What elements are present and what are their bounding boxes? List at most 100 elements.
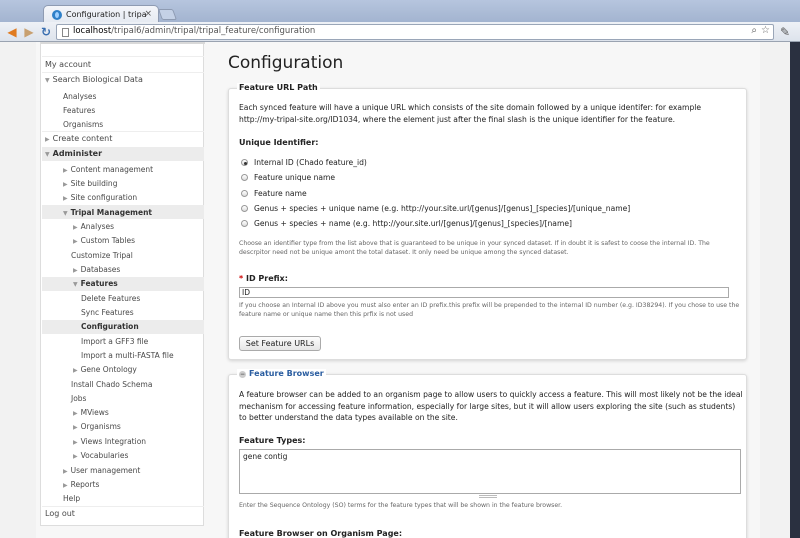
collapsed-arrow-icon: ▶ bbox=[73, 410, 78, 417]
radio-feature-name[interactable]: Feature name bbox=[241, 189, 307, 198]
radio-button[interactable] bbox=[241, 190, 248, 197]
sidebar-item-organisms[interactable]: Organisms bbox=[63, 120, 103, 129]
sidebar-item-help[interactable]: Help bbox=[63, 494, 80, 503]
forward-arrow-icon[interactable]: ▶ bbox=[22, 25, 36, 39]
sidebar-item-install-chado-schema[interactable]: Install Chado Schema bbox=[71, 380, 152, 389]
set-feature-urls-button[interactable]: Set Feature URLs bbox=[239, 336, 321, 351]
unique-identifier-label: Unique Identifier: bbox=[239, 138, 319, 147]
radio-button[interactable] bbox=[241, 174, 248, 181]
feature-url-path-fieldset: Feature URL Path Each synced feature wil… bbox=[228, 83, 747, 360]
tab-close-icon[interactable]: × bbox=[144, 9, 152, 19]
feature-browser-organism-page-label: Feature Browser on Organism Page: bbox=[239, 529, 403, 538]
collapsed-arrow-icon: ▶ bbox=[73, 367, 78, 374]
expanded-arrow-icon: ▼ bbox=[63, 210, 68, 217]
sidebar-item-user-management[interactable]: ▶ User management bbox=[63, 466, 140, 475]
url-text: localhost/tripal6/admin/tripal/tripal_fe… bbox=[73, 26, 315, 36]
collapsed-arrow-icon: ▶ bbox=[63, 181, 68, 188]
fieldset-description: A feature browser can be added to an org… bbox=[239, 390, 743, 422]
sidebar-item-import-gff3[interactable]: Import a GFF3 file bbox=[81, 337, 148, 346]
sidebar-item-jobs[interactable]: Jobs bbox=[71, 394, 86, 403]
page-icon bbox=[62, 28, 69, 37]
reload-icon[interactable]: ↻ bbox=[39, 25, 53, 39]
collapsed-arrow-icon: ▶ bbox=[63, 468, 68, 475]
collapsed-arrow-icon: ▶ bbox=[73, 439, 78, 446]
sidebar-item-log-out[interactable]: Log out bbox=[45, 509, 75, 518]
expanded-arrow-icon: ▼ bbox=[45, 151, 50, 158]
radio-feature-unique-name[interactable]: Feature unique name bbox=[241, 173, 335, 182]
bookmark-star-icon[interactable]: ☆ bbox=[761, 25, 770, 36]
sidebar-item-features[interactable]: Features bbox=[63, 106, 95, 115]
sidebar-item-custom-tables[interactable]: ▶ Custom Tables bbox=[73, 236, 135, 245]
options-help-text: Choose an identifier type from the list … bbox=[239, 240, 710, 256]
new-tab-button[interactable] bbox=[157, 9, 178, 20]
drupal-favicon-icon bbox=[52, 10, 62, 20]
sidebar-item-administer[interactable]: ▼ Administer bbox=[45, 149, 102, 158]
collapsed-arrow-icon: ▶ bbox=[73, 453, 78, 460]
collapsed-arrow-icon: ▶ bbox=[45, 136, 50, 143]
fieldset-legend: Feature URL Path bbox=[237, 83, 320, 92]
radio-button[interactable] bbox=[241, 220, 248, 227]
sidebar-item-search-biological-data[interactable]: ▼ Search Biological Data bbox=[45, 75, 143, 84]
sidebar-item-configuration[interactable]: Configuration bbox=[81, 322, 139, 331]
sidebar-item-vocabularies[interactable]: ▶ Vocabularies bbox=[73, 451, 128, 460]
fieldset-legend[interactable]: − Feature Browser bbox=[237, 369, 326, 378]
collapsed-arrow-icon: ▶ bbox=[63, 195, 68, 202]
tab-title: Configuration | tripal v bbox=[66, 10, 146, 19]
address-bar[interactable]: localhost/tripal6/admin/tripal/tripal_fe… bbox=[56, 24, 774, 40]
feature-types-textarea[interactable]: gene contig bbox=[239, 449, 741, 494]
radio-genus-species-name[interactable]: Genus + species + name (e.g. http://your… bbox=[241, 219, 572, 228]
sidebar-item-reports[interactable]: ▶ Reports bbox=[63, 480, 99, 489]
url-path: /tripal6/admin/tripal/tripal_feature/con… bbox=[111, 26, 316, 36]
vertical-scrollbar[interactable] bbox=[790, 42, 800, 538]
sidebar-item-analyses[interactable]: Analyses bbox=[63, 92, 96, 101]
sidebar-item-content-management[interactable]: ▶ Content management bbox=[63, 165, 153, 174]
magnifier-icon[interactable]: ⌕ bbox=[751, 25, 757, 36]
browser-toolbar: ◀ ▶ ↻ localhost/tripal6/admin/tripal/tri… bbox=[0, 22, 800, 42]
feature-types-label: Feature Types: bbox=[239, 436, 306, 445]
wrench-menu-icon[interactable]: ✎ bbox=[780, 25, 790, 39]
expanded-arrow-icon: ▼ bbox=[73, 281, 78, 288]
fieldset-description: Each synced feature will have a unique U… bbox=[239, 103, 702, 124]
collapsed-arrow-icon: ▶ bbox=[63, 167, 68, 174]
url-host: localhost bbox=[73, 26, 112, 36]
sidebar-item-site-building[interactable]: ▶ Site building bbox=[63, 179, 117, 188]
sidebar-item-tripal-management[interactable]: ▼ Tripal Management bbox=[63, 208, 152, 217]
main-content: Configuration Feature URL Path Each sync… bbox=[212, 42, 760, 538]
sidebar-item-mviews[interactable]: ▶ MViews bbox=[73, 408, 109, 417]
id-prefix-input[interactable]: ID bbox=[239, 287, 729, 298]
expanded-arrow-icon: ▼ bbox=[45, 77, 50, 84]
sidebar-item-sync-features[interactable]: Sync Features bbox=[81, 308, 134, 317]
collapse-icon[interactable]: − bbox=[239, 371, 246, 378]
sidebar-item-import-multi-fasta[interactable]: Import a multi-FASTA file bbox=[81, 351, 174, 360]
page-title: Configuration bbox=[228, 53, 344, 73]
radio-genus-species-unique-name[interactable]: Genus + species + unique name (e.g. http… bbox=[241, 204, 630, 213]
required-marker: * bbox=[239, 274, 244, 283]
sidebar-item-delete-features[interactable]: Delete Features bbox=[81, 294, 140, 303]
sidebar-item-create-content[interactable]: ▶ Create content bbox=[45, 134, 112, 143]
sidebar-item-my-account[interactable]: My account bbox=[45, 60, 91, 69]
collapsed-arrow-icon: ▶ bbox=[73, 424, 78, 431]
sidebar-item-tripal-analyses[interactable]: ▶ Analyses bbox=[73, 222, 114, 231]
sidebar-item-tripal-features[interactable]: ▼ Features bbox=[73, 279, 118, 288]
feature-browser-fieldset: − Feature Browser A feature browser can b… bbox=[228, 369, 747, 538]
sidebar-item-tripal-organisms[interactable]: ▶ Organisms bbox=[73, 422, 121, 431]
collapsed-arrow-icon: ▶ bbox=[63, 482, 68, 489]
sidebar-item-customize-tripal[interactable]: Customize Tripal bbox=[71, 251, 133, 260]
browser-tabstrip: Configuration | tripal v × bbox=[0, 0, 800, 24]
id-prefix-label: * ID Prefix: bbox=[239, 274, 288, 283]
collapsed-arrow-icon: ▶ bbox=[73, 267, 78, 274]
id-prefix-help-text: If you choose an Internal ID above you m… bbox=[239, 302, 740, 318]
resize-grip[interactable] bbox=[479, 495, 497, 498]
collapsed-arrow-icon: ▶ bbox=[73, 224, 78, 231]
sidebar-item-databases[interactable]: ▶ Databases bbox=[73, 265, 120, 274]
page-viewport: My account ▼ Search Biological Data Analy… bbox=[0, 42, 800, 538]
sidebar-navigation: My account ▼ Search Biological Data Analy… bbox=[40, 42, 205, 526]
radio-internal-id[interactable]: Internal ID (Chado feature_id) bbox=[241, 158, 367, 167]
sidebar-item-gene-ontology[interactable]: ▶ Gene Ontology bbox=[73, 365, 137, 374]
feature-types-help-text: Enter the Sequence Ontology (SO) terms f… bbox=[239, 502, 563, 509]
back-arrow-icon[interactable]: ◀ bbox=[5, 25, 19, 39]
sidebar-item-site-configuration[interactable]: ▶ Site configuration bbox=[63, 193, 137, 202]
sidebar-item-views-integration[interactable]: ▶ Views Integration bbox=[73, 437, 146, 446]
radio-button[interactable] bbox=[241, 159, 248, 166]
radio-button[interactable] bbox=[241, 205, 248, 212]
